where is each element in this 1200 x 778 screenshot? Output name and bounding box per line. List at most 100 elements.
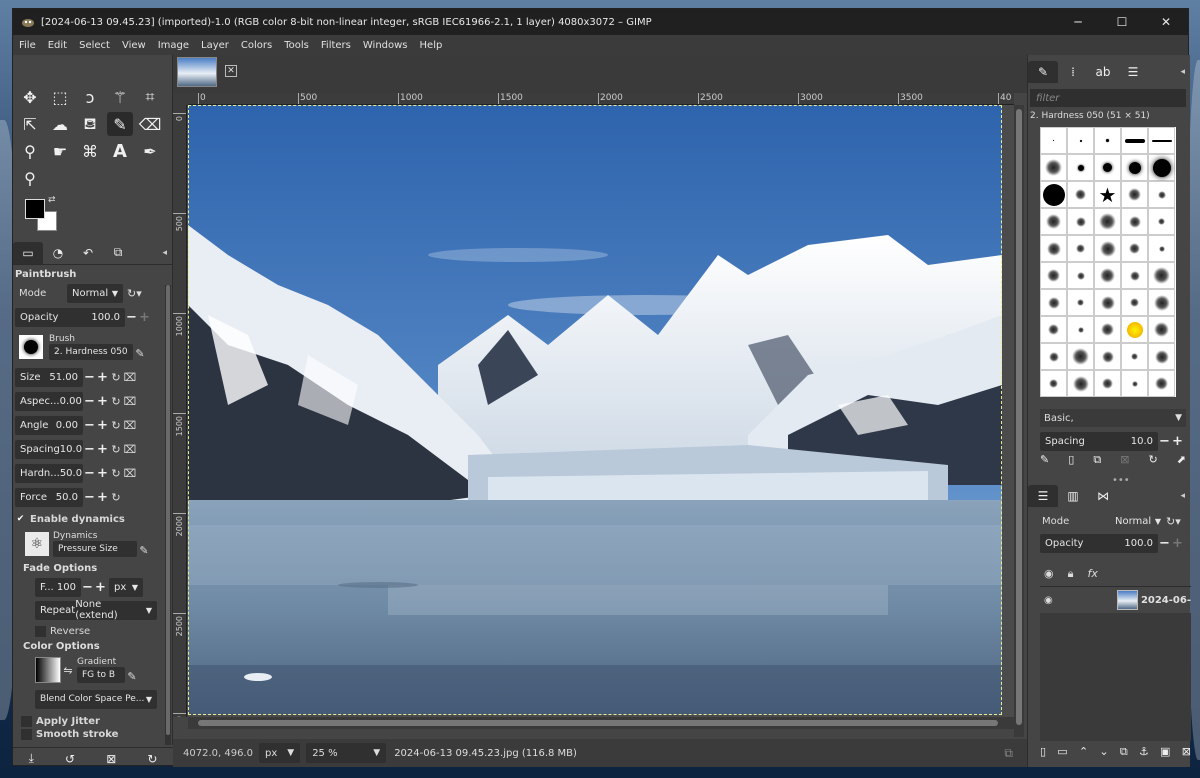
- delete-brush-icon[interactable]: ⊠: [1120, 453, 1129, 473]
- brush-thumbnail[interactable]: [1040, 370, 1067, 397]
- layer-row[interactable]: ◉ 2024-06-: [1040, 587, 1191, 613]
- repeat-select[interactable]: Repeat None (extend) ▼: [35, 599, 157, 621]
- plus-icon[interactable]: +: [96, 418, 109, 433]
- menu-tools[interactable]: Tools: [284, 40, 309, 51]
- save-options-icon[interactable]: ⤓: [29, 751, 34, 766]
- reset-icon[interactable]: ↻: [109, 395, 123, 408]
- brush-thumbnail[interactable]: [1040, 181, 1067, 208]
- rect-select-tool-icon[interactable]: ⬚: [47, 85, 73, 109]
- reset-icon[interactable]: ↻: [109, 491, 123, 504]
- zoom-tool-icon[interactable]: ⚲: [17, 166, 43, 190]
- menu-edit[interactable]: Edit: [48, 40, 67, 51]
- brush-thumbnail[interactable]: [1094, 235, 1121, 262]
- brush-thumbnail[interactable]: [1094, 208, 1121, 235]
- opacity-field[interactable]: Opacity 100.0: [15, 307, 125, 327]
- minimize-button[interactable]: ─: [1056, 9, 1100, 35]
- brush-thumbnail[interactable]: [1094, 262, 1121, 289]
- panel-menu-icon[interactable]: ◂: [1180, 491, 1185, 501]
- brush-thumbnail[interactable]: [1067, 262, 1094, 289]
- crop-tool-icon[interactable]: ⌗: [137, 85, 163, 109]
- transform-tool-icon[interactable]: ⇱: [17, 112, 43, 136]
- angle-field[interactable]: Angle 0.00: [15, 415, 83, 435]
- gradient-field[interactable]: FG to B: [77, 667, 125, 683]
- brush-thumbnail[interactable]: [1121, 316, 1148, 343]
- brush-thumbnail[interactable]: [1148, 343, 1175, 370]
- move-tool-icon[interactable]: ✥: [17, 85, 43, 109]
- brush-thumbnail[interactable]: [1094, 154, 1121, 181]
- plus-icon[interactable]: +: [1171, 536, 1184, 551]
- menu-help[interactable]: Help: [420, 40, 443, 51]
- tab-undo-history[interactable]: ↶: [73, 242, 103, 264]
- plus-icon[interactable]: +: [138, 310, 151, 325]
- tab-images[interactable]: ⧉: [103, 242, 133, 264]
- brush-thumbnail[interactable]: [1067, 181, 1094, 208]
- reset-mode-icon[interactable]: ↻▾: [127, 287, 142, 300]
- brush-thumbnail[interactable]: [1040, 316, 1067, 343]
- zoom-select[interactable]: 25 % ▼: [306, 743, 387, 763]
- brush-thumbnail[interactable]: [1148, 262, 1175, 289]
- reset-icon[interactable]: ↻: [109, 419, 123, 432]
- menu-layer[interactable]: Layer: [201, 40, 229, 51]
- aspect-field[interactable]: Aspec... 0.00: [15, 391, 83, 411]
- tab-fonts[interactable]: ab: [1088, 61, 1118, 83]
- minus-icon[interactable]: −: [83, 442, 96, 457]
- delete-layer-icon[interactable]: ⊠: [1182, 745, 1191, 765]
- lower-layer-icon[interactable]: ⌄: [1099, 745, 1108, 765]
- color-picker-tool-icon[interactable]: ✒: [137, 139, 163, 163]
- fg-bg-colors[interactable]: ⇄: [25, 195, 65, 235]
- fade-length-field[interactable]: F... 100: [35, 577, 81, 597]
- brush-thumbnail[interactable]: [1094, 289, 1121, 316]
- tab-device-status[interactable]: ◔: [43, 242, 73, 264]
- brush-thumbnail[interactable]: [1094, 370, 1121, 397]
- size-field[interactable]: Size 51.00: [15, 367, 83, 387]
- duplicate-brush-icon[interactable]: ⧉: [1093, 453, 1101, 473]
- menu-file[interactable]: File: [19, 40, 36, 51]
- brush-thumbnail[interactable]: ★: [1094, 181, 1121, 208]
- new-brush-icon[interactable]: ▯: [1068, 453, 1074, 473]
- link-icon[interactable]: ⌧: [123, 371, 137, 384]
- canvas-horizontal-scrollbar[interactable]: [188, 717, 1014, 729]
- apply-jitter-row[interactable]: Apply Jitter: [21, 711, 163, 731]
- brush-set-select[interactable]: Basic, ▼: [1040, 409, 1186, 427]
- tab-channels[interactable]: ▥: [1058, 485, 1088, 507]
- new-group-icon[interactable]: ▭: [1057, 745, 1067, 765]
- image-tab-thumbnail[interactable]: [177, 57, 217, 87]
- edit-brush-icon[interactable]: ✎: [133, 347, 147, 360]
- edit-dynamics-icon[interactable]: ✎: [137, 544, 151, 557]
- brush-thumbnail[interactable]: [1121, 262, 1148, 289]
- reset-icon[interactable]: ↻: [109, 443, 123, 456]
- minus-icon[interactable]: −: [83, 370, 96, 385]
- unit-select[interactable]: px ▼: [259, 743, 301, 763]
- hardness-field[interactable]: Hardn... 50.0: [15, 463, 83, 483]
- swap-colors-icon[interactable]: ⇄: [48, 195, 56, 205]
- tab-tool-options[interactable]: ▭: [13, 241, 43, 264]
- layer-visibility-icon[interactable]: ◉: [1044, 595, 1053, 606]
- reset-options-icon[interactable]: ↻: [147, 752, 157, 766]
- color-options-title[interactable]: Color Options: [23, 641, 100, 652]
- tab-patterns[interactable]: ⁞: [1058, 61, 1088, 83]
- plus-icon[interactable]: +: [94, 580, 107, 595]
- anchor-layer-icon[interactable]: ⚓: [1139, 745, 1149, 765]
- brush-thumbnail[interactable]: [1148, 154, 1175, 181]
- menu-windows[interactable]: Windows: [363, 40, 408, 51]
- minus-icon[interactable]: −: [83, 466, 96, 481]
- menu-image[interactable]: Image: [158, 40, 189, 51]
- minus-icon[interactable]: −: [83, 418, 96, 433]
- brush-thumbnail[interactable]: [1094, 316, 1121, 343]
- menu-select[interactable]: Select: [79, 40, 110, 51]
- enable-dynamics-checkbox[interactable]: ✔: [15, 514, 26, 525]
- brush-thumbnail[interactable]: [1067, 343, 1094, 370]
- brush-thumbnail[interactable]: [1040, 262, 1067, 289]
- brush-thumbnail[interactable]: [1148, 289, 1175, 316]
- link-icon[interactable]: ⌧: [123, 443, 137, 456]
- brush-thumbnail[interactable]: [1067, 208, 1094, 235]
- brush-thumbnail[interactable]: [1067, 235, 1094, 262]
- foreground-color-swatch[interactable]: [25, 199, 45, 219]
- tab-document-history[interactable]: ☰: [1118, 61, 1148, 83]
- brush-field[interactable]: 2. Hardness 050: [49, 344, 133, 360]
- menu-colors[interactable]: Colors: [241, 40, 272, 51]
- minus-icon[interactable]: −: [81, 580, 94, 595]
- minus-icon[interactable]: −: [1158, 434, 1171, 449]
- minus-icon[interactable]: −: [83, 394, 96, 409]
- brush-thumbnail[interactable]: [1121, 235, 1148, 262]
